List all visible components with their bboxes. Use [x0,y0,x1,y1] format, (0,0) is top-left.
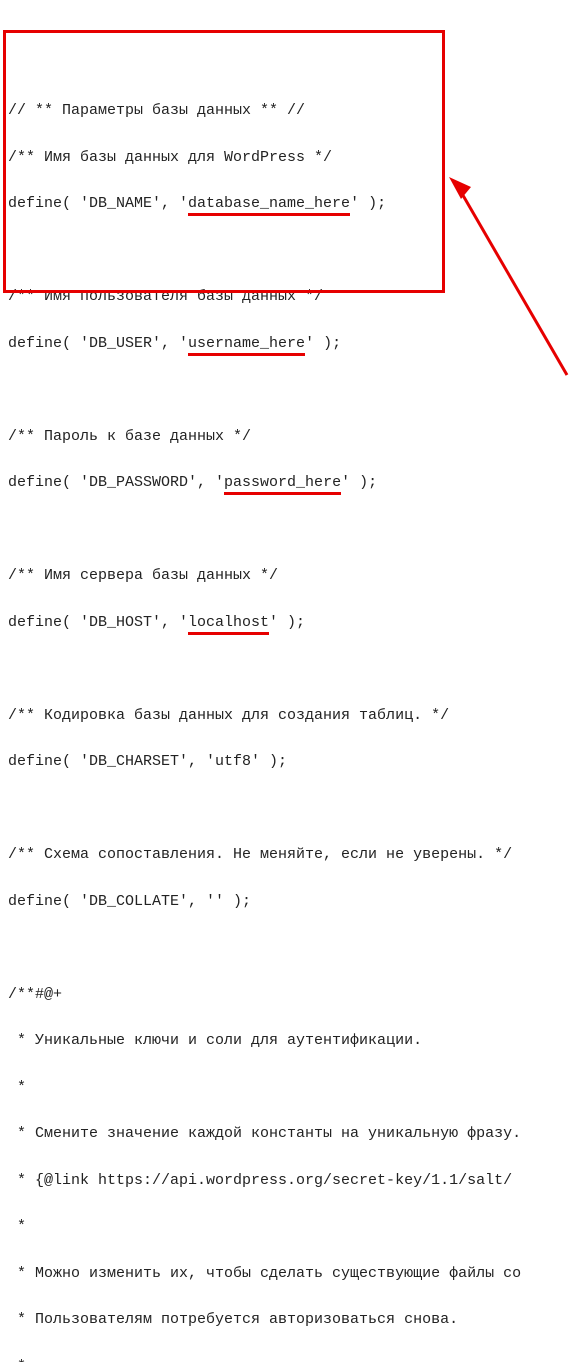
docblock-line: * [8,1215,569,1238]
code-comment-db-charset: /** Кодировка базы данных для создания т… [8,704,569,727]
code-part: ' ); [269,614,305,631]
docblock-line: * {@link https://api.wordpress.org/secre… [8,1169,569,1192]
code-define-db-password: define( 'DB_PASSWORD', 'password_here' )… [8,471,569,494]
blank-line [8,936,569,959]
code-part: define( 'DB_NAME', ' [8,195,188,212]
code-define-db-collate: define( 'DB_COLLATE', '' ); [8,890,569,913]
docblock-line: /**#@+ [8,983,569,1006]
docblock-line: * Можно изменить их, чтобы сделать сущес… [8,1262,569,1285]
docblock-line: * Уникальные ключи и соли для аутентифик… [8,1029,569,1052]
code-define-db-host: define( 'DB_HOST', 'localhost' ); [8,611,569,634]
blank-line [8,657,569,680]
blank-line [8,797,569,820]
blank-line [8,518,569,541]
code-comment-db-host: /** Имя сервера базы данных */ [8,564,569,587]
db-host-value: localhost [188,614,269,635]
code-comment-db-collate: /** Схема сопоставления. Не меняйте, есл… [8,843,569,866]
blank-line [8,239,569,262]
code-part: ' ); [305,335,341,352]
blank-line [8,378,569,401]
code-part: define( 'DB_HOST', ' [8,614,188,631]
code-part: ' ); [350,195,386,212]
docblock-line: * Пользователям потребуется авторизовать… [8,1308,569,1331]
docblock-line: * [8,1076,569,1099]
db-password-value: password_here [224,474,341,495]
code-comment-header: // ** Параметры базы данных ** // [8,99,569,122]
docblock-line: * [8,1355,569,1362]
code-define-db-user: define( 'DB_USER', 'username_here' ); [8,332,569,355]
code-part: define( 'DB_PASSWORD', ' [8,474,224,491]
code-define-db-charset: define( 'DB_CHARSET', 'utf8' ); [8,750,569,773]
code-part: define( 'DB_USER', ' [8,335,188,352]
code-define-db-name: define( 'DB_NAME', 'database_name_here' … [8,192,569,215]
db-user-value: username_here [188,335,305,356]
db-name-value: database_name_here [188,195,350,216]
code-comment-db-user: /** Имя пользователя базы данных */ [8,285,569,308]
code-comment-db-name: /** Имя базы данных для WordPress */ [8,146,569,169]
code-part: ' ); [341,474,377,491]
docblock-line: * Смените значение каждой константы на у… [8,1122,569,1145]
code-comment-db-password: /** Пароль к базе данных */ [8,425,569,448]
